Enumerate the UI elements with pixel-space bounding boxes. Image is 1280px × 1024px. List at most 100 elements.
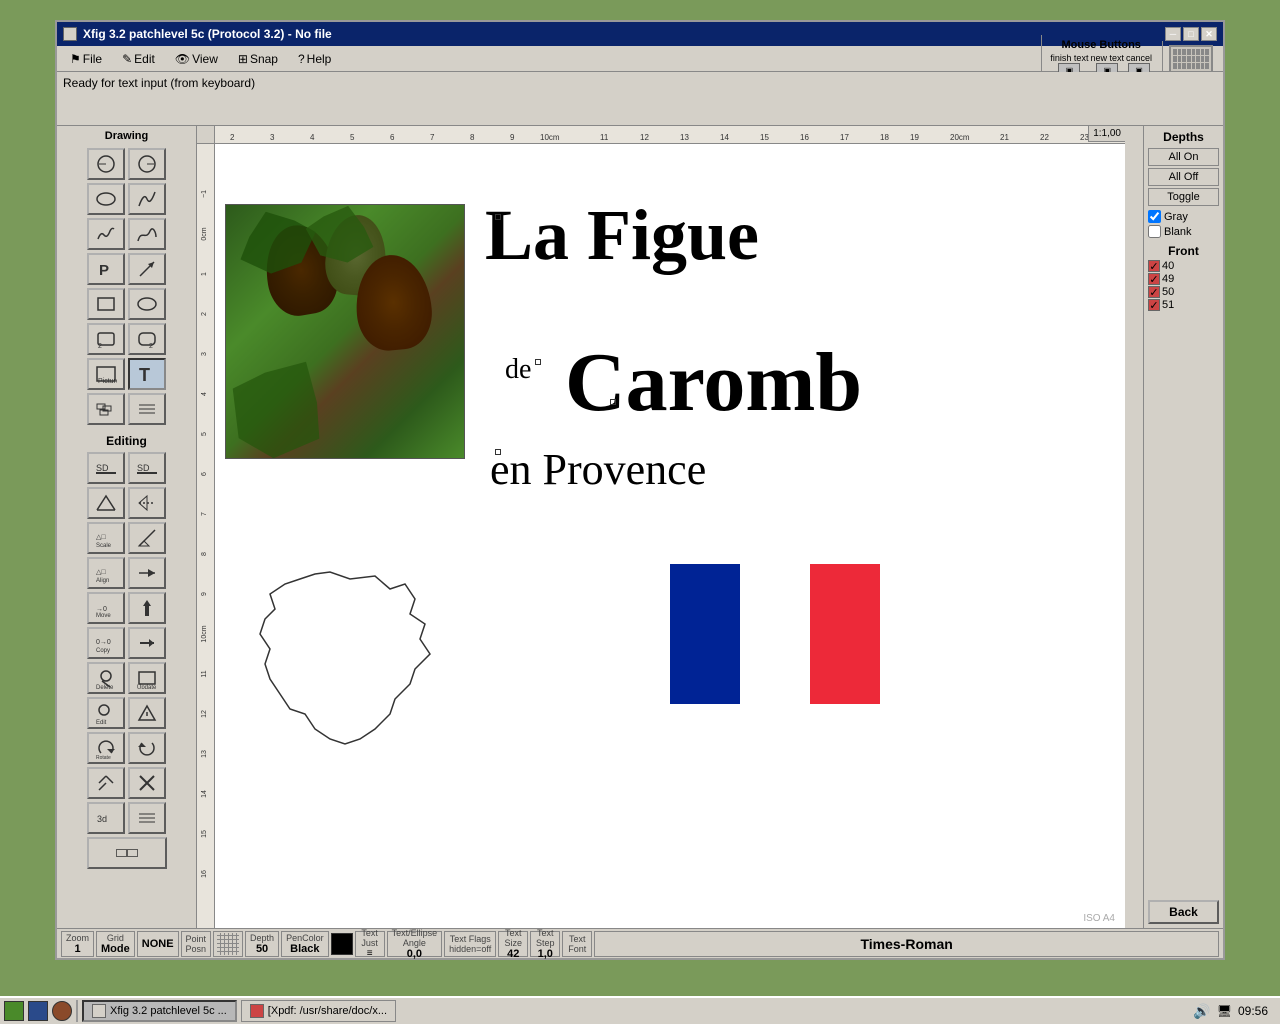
- tool-align2[interactable]: [128, 557, 166, 589]
- tool-compound[interactable]: [87, 393, 125, 425]
- svg-text:7: 7: [430, 133, 435, 142]
- taskbar-icon-3[interactable]: [52, 1001, 72, 1021]
- tool-arrow[interactable]: [128, 253, 166, 285]
- hidden-label: hidden=off: [449, 944, 491, 954]
- zoom-group: Zoom 1: [61, 931, 94, 957]
- front-check-51[interactable]: ✓: [1148, 299, 1160, 311]
- svg-text:Align: Align: [96, 578, 109, 584]
- tool-update[interactable]: Update: [128, 662, 166, 694]
- svg-text:2: 2: [230, 133, 235, 142]
- tool-misc1[interactable]: [87, 767, 125, 799]
- tool-move2[interactable]: [128, 592, 166, 624]
- tool-freehand[interactable]: [87, 218, 125, 250]
- text-size-group: Text Size 42: [498, 931, 528, 957]
- menu-snap[interactable]: ⊞ Snap: [229, 49, 287, 69]
- all-off-button[interactable]: All Off: [1148, 168, 1219, 186]
- back-button[interactable]: Back: [1148, 900, 1219, 924]
- tool-scale2[interactable]: [128, 522, 166, 554]
- tool-rotate2[interactable]: [128, 732, 166, 764]
- menu-view[interactable]: 👁 View: [166, 49, 227, 69]
- tool-picture[interactable]: Picture: [87, 358, 125, 390]
- tool-rect[interactable]: [87, 288, 125, 320]
- tool-move[interactable]: →0Move: [87, 592, 125, 624]
- close-button[interactable]: ✕: [1201, 27, 1217, 41]
- edit-handle-4: [495, 449, 501, 455]
- svg-text:17: 17: [840, 133, 849, 142]
- font-name-value: Times-Roman: [860, 936, 952, 952]
- left-toolbar: Drawing: [57, 126, 197, 928]
- blank-checkbox[interactable]: [1148, 225, 1161, 238]
- taskbar-xpdf[interactable]: [Xpdf: /usr/share/doc/x...: [241, 1000, 396, 1022]
- front-item-49: ✓ 49: [1148, 273, 1219, 285]
- iso-watermark: ISO A4: [1083, 913, 1115, 924]
- tool-corner-rect2[interactable]: 2: [128, 323, 166, 355]
- menu-edit[interactable]: ✎ Edit: [113, 49, 164, 69]
- gray-label: Gray: [1164, 211, 1188, 223]
- tool-scale[interactable]: △□Scale: [87, 522, 125, 554]
- sys-tray: 🔊 🖥 09:56: [1193, 1003, 1276, 1020]
- tool-polygon[interactable]: P: [87, 253, 125, 285]
- tool-misc2[interactable]: [128, 767, 166, 799]
- tool-scale-y[interactable]: SD: [128, 452, 166, 484]
- svg-text:2: 2: [201, 312, 208, 316]
- taskbar-xfig[interactable]: Xfig 3.2 patchlevel 5c ...: [82, 1000, 237, 1022]
- tool-s-curve[interactable]: [128, 183, 166, 215]
- minimize-button[interactable]: ─: [1165, 27, 1181, 41]
- gray-checkbox[interactable]: [1148, 210, 1161, 223]
- size-label: Size: [505, 938, 523, 948]
- tool-text[interactable]: T: [128, 358, 166, 390]
- french-flag: [670, 564, 880, 704]
- tool-flip-h[interactable]: [87, 487, 125, 519]
- point-label: Point: [186, 934, 207, 944]
- tool-copy2[interactable]: [128, 627, 166, 659]
- menu-help[interactable]: ? Help: [289, 49, 340, 69]
- tool-align[interactable]: △□Align: [87, 557, 125, 589]
- svg-text:3: 3: [270, 133, 275, 142]
- tool-ellipse[interactable]: [128, 288, 166, 320]
- tool-rotate[interactable]: Rotate: [87, 732, 125, 764]
- tool-edit[interactable]: Edit: [87, 697, 125, 729]
- svg-text:5: 5: [350, 133, 355, 142]
- tool-last2[interactable]: [128, 802, 166, 834]
- restore-button[interactable]: □: [1183, 27, 1199, 41]
- leaf-3: [225, 337, 349, 459]
- svg-text:−1: −1: [201, 190, 208, 198]
- front-check-50[interactable]: ✓: [1148, 286, 1160, 298]
- toggle-button[interactable]: Toggle: [1148, 188, 1219, 206]
- text-angle-group: Text/Ellipse Angle 0,0: [387, 931, 443, 957]
- tool-compound2[interactable]: [128, 393, 166, 425]
- taskbar-xpdf-icon: [250, 1004, 264, 1018]
- drawing-canvas[interactable]: La Figue de Caromb en Provence: [215, 144, 1125, 928]
- front-check-40[interactable]: ✓: [1148, 260, 1160, 272]
- svg-text:13: 13: [680, 133, 689, 142]
- text-font-label: Text: [569, 934, 586, 944]
- menu-file[interactable]: ⚑ File: [61, 49, 111, 69]
- tool-bottom[interactable]: [87, 837, 167, 869]
- svg-text:10cm: 10cm: [540, 133, 560, 142]
- tool-copy[interactable]: 0→0Copy: [87, 627, 125, 659]
- svg-text:19: 19: [910, 133, 919, 142]
- tool-freehand2[interactable]: [128, 218, 166, 250]
- tool-scale-x[interactable]: SD: [87, 452, 125, 484]
- tool-delete[interactable]: Delete: [87, 662, 125, 694]
- taskbar-clock: 09:56: [1238, 1004, 1276, 1018]
- tool-circle-right[interactable]: [128, 148, 166, 180]
- sound-icon: 🔊: [1193, 1003, 1210, 1020]
- front-check-49[interactable]: ✓: [1148, 273, 1160, 285]
- tool-corner-rect[interactable]: 2: [87, 323, 125, 355]
- edit-handle-1: [495, 214, 501, 220]
- svg-text:9: 9: [201, 592, 208, 596]
- svg-text:8: 8: [201, 552, 208, 556]
- flag-blue: [670, 564, 740, 704]
- tool-oval[interactable]: [87, 183, 125, 215]
- edit-handle-2: [535, 359, 541, 365]
- tool-edit2[interactable]: [128, 697, 166, 729]
- svg-text:P: P: [99, 262, 109, 279]
- tool-flip-v[interactable]: [128, 487, 166, 519]
- tool-last1[interactable]: 3d: [87, 802, 125, 834]
- all-on-button[interactable]: All On: [1148, 148, 1219, 166]
- text-just-group: Text Just ≡: [355, 931, 385, 957]
- taskbar-icon-2[interactable]: [28, 1001, 48, 1021]
- tool-circle-left[interactable]: [87, 148, 125, 180]
- taskbar-icon-1[interactable]: [4, 1001, 24, 1021]
